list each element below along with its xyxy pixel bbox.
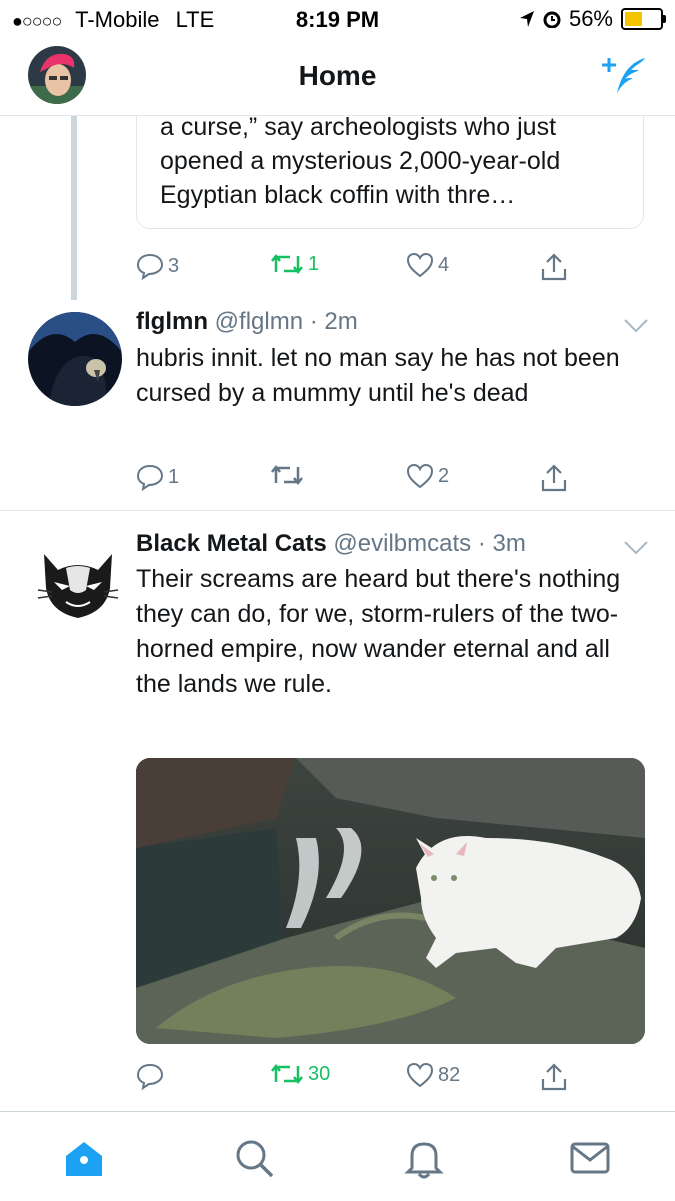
share-icon	[541, 464, 567, 492]
reply-icon	[136, 1063, 164, 1090]
like-button[interactable]: 82	[406, 1062, 460, 1088]
retweet-button[interactable]: 30	[270, 1062, 330, 1086]
like-button[interactable]: 4	[406, 252, 449, 278]
page-title: Home	[298, 60, 377, 91]
card-text: a curse,” say archeologists who just ope…	[160, 113, 561, 209]
tweet-actions: 30 82	[136, 1062, 616, 1102]
retweet-icon	[271, 1063, 303, 1085]
reply-button[interactable]: 1	[136, 463, 179, 491]
tweet-header: Black Metal Cats @evilbmcats · 3m	[136, 530, 526, 558]
share-icon	[541, 1063, 567, 1091]
cat-on-rocks-image	[136, 758, 645, 1044]
like-count: 82	[438, 1063, 461, 1086]
avatar-image	[28, 312, 122, 406]
like-icon	[406, 1062, 434, 1088]
like-icon	[406, 463, 434, 489]
search-icon[interactable]	[232, 1136, 276, 1180]
tweet-actions: 1 2	[136, 463, 616, 503]
display-name[interactable]: Black Metal Cats	[136, 530, 327, 557]
share-button[interactable]	[540, 1062, 568, 1092]
reply-button[interactable]: 3	[136, 252, 179, 280]
tweet-time: · 2m	[309, 308, 358, 335]
battery-fill	[625, 12, 642, 26]
battery-percent: 56%	[568, 6, 613, 31]
reply-icon	[136, 464, 164, 491]
like-count: 4	[438, 253, 450, 276]
retweet-button[interactable]: 1	[270, 252, 319, 276]
reply-count: 1	[168, 465, 180, 488]
chevron-down-icon[interactable]	[623, 540, 649, 556]
reply-count: 3	[168, 254, 180, 277]
display-name[interactable]: flglmn	[136, 308, 208, 335]
home-icon[interactable]	[62, 1136, 106, 1180]
user-handle[interactable]: @evilbmcats	[333, 530, 471, 557]
share-button[interactable]	[540, 463, 568, 493]
battery-icon	[621, 8, 666, 30]
compose-tweet-icon[interactable]	[601, 54, 649, 98]
retweet-count: 30	[308, 1062, 331, 1085]
tweet-actions: 3 1 4	[136, 252, 616, 292]
avatar-image	[36, 540, 120, 624]
like-icon	[406, 252, 434, 278]
tweet-divider	[0, 510, 675, 511]
retweet-count: 1	[308, 252, 320, 275]
like-button[interactable]: 2	[406, 463, 449, 489]
messages-icon[interactable]	[568, 1136, 612, 1180]
bottom-tab-bar	[0, 1111, 675, 1201]
alarm-icon	[543, 11, 561, 28]
tweet-photo[interactable]	[136, 758, 645, 1044]
retweet-button[interactable]	[270, 463, 308, 487]
tweet-time: · 3m	[477, 530, 526, 557]
reply-icon	[136, 253, 164, 280]
status-bar: ●○○○○ T-Mobile LTE 8:19 PM 56%	[0, 0, 675, 40]
user-avatar[interactable]	[28, 312, 122, 406]
like-count: 2	[438, 464, 450, 487]
retweet-icon	[271, 464, 303, 486]
tweet-header: flglmn @flglmn · 2m	[136, 308, 358, 336]
top-navigation: Home	[0, 40, 675, 116]
tweet-text: Their screams are heard but there's noth…	[136, 565, 621, 698]
notifications-icon[interactable]	[402, 1136, 446, 1180]
location-arrow-icon	[519, 11, 534, 27]
share-button[interactable]	[540, 252, 568, 282]
user-handle[interactable]: @flglmn	[215, 308, 303, 335]
share-icon	[541, 253, 567, 281]
retweet-icon	[271, 253, 303, 275]
thread-connector	[71, 116, 77, 300]
user-avatar[interactable]	[36, 540, 120, 624]
chevron-down-icon[interactable]	[623, 318, 649, 334]
reply-button[interactable]	[136, 1062, 168, 1090]
tweet-text: hubris innit. let no man say he has not …	[136, 344, 620, 407]
status-right: 56%	[519, 6, 666, 32]
